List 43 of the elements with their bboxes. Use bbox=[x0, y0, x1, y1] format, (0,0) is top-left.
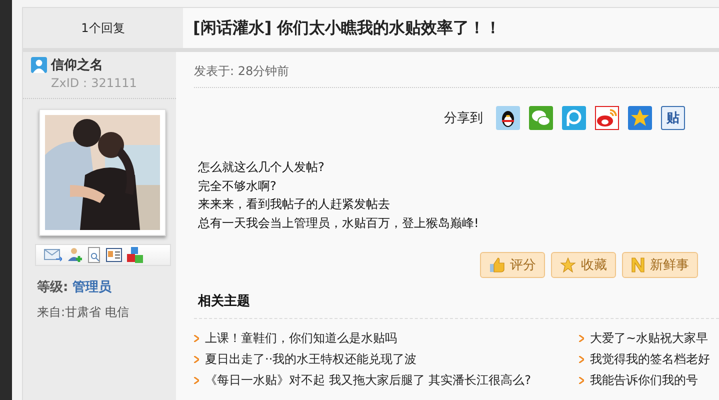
author-name[interactable]: 信仰之名 bbox=[51, 56, 103, 74]
related-link[interactable]: 夏日出走了··我的水王特权还能兑现了波 bbox=[194, 350, 579, 368]
author-id: ZxID：321111 bbox=[50, 75, 138, 92]
chevron-icon bbox=[194, 376, 199, 384]
chevron-icon bbox=[579, 334, 584, 342]
star-icon bbox=[560, 257, 576, 273]
n-badge-icon bbox=[631, 257, 645, 273]
post-time: 发表于: 28分钟前 bbox=[194, 52, 719, 88]
related-link[interactable]: 《每日一水贴》对不起 我又拖大家后腿了 其实潘长江很高么? bbox=[194, 371, 579, 389]
add-user-icon[interactable] bbox=[67, 247, 83, 263]
action-button[interactable]: 收藏 bbox=[551, 252, 616, 278]
blocks-icon[interactable] bbox=[127, 247, 143, 263]
related-link[interactable]: 大爱了~水贴祝大家早 bbox=[579, 329, 719, 347]
chevron-icon bbox=[194, 334, 199, 342]
action-button[interactable]: 评分 bbox=[480, 252, 545, 278]
chevron-icon bbox=[579, 376, 584, 384]
related-title: 相关主题 bbox=[198, 292, 251, 310]
user-icon bbox=[31, 57, 47, 73]
p-logo-icon[interactable] bbox=[562, 106, 586, 130]
post-line: 怎么就这么几个人发帖? bbox=[198, 159, 326, 176]
tieba-button[interactable]: 贴 bbox=[661, 106, 685, 130]
chat-bubbles-icon[interactable] bbox=[529, 106, 553, 130]
eye-logo-icon[interactable] bbox=[595, 106, 619, 130]
post-line: 来来来，看到我帖子的人赶紧发帖去 bbox=[198, 196, 391, 213]
penguin-icon[interactable] bbox=[496, 106, 520, 130]
reply-count: 1个回复 bbox=[81, 20, 125, 36]
document-search-icon[interactable] bbox=[88, 247, 101, 263]
action-button[interactable]: 新鲜事 bbox=[622, 252, 698, 278]
post-line: 完全不够水啊? bbox=[198, 178, 278, 194]
profile-card-icon[interactable] bbox=[106, 248, 122, 262]
thumbs-up-icon bbox=[489, 257, 505, 273]
user-location: 来自:甘肃省 电信 bbox=[37, 304, 130, 321]
chevron-icon bbox=[194, 356, 199, 362]
related-link[interactable]: 上课！童鞋们，你们知道么是水贴吗 bbox=[194, 329, 579, 347]
post-line: 总有一天我会当上管理员，水贴百万，登上猴岛巅峰! bbox=[198, 214, 480, 232]
mail-icon[interactable] bbox=[44, 248, 62, 262]
star-logo-icon[interactable] bbox=[628, 106, 652, 130]
chevron-icon bbox=[579, 356, 584, 362]
related-link[interactable]: 我能告诉你们我的号 bbox=[579, 371, 719, 389]
share-label: 分享到 bbox=[444, 110, 483, 127]
thread-title: [闲话灌水] 你们太小瞧我的水贴效率了！！ bbox=[193, 18, 502, 38]
user-level: 等级: 管理员 bbox=[37, 279, 113, 296]
related-link[interactable]: 我觉得我的签名档老好 bbox=[579, 350, 719, 368]
